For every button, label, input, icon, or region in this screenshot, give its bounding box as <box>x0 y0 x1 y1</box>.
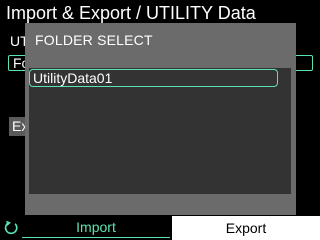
folder-list: UtilityData01 <box>29 68 291 194</box>
page-title: Import & Export / UTILITY Data <box>6 3 256 23</box>
tab-import[interactable]: Import <box>22 216 170 238</box>
screen: Import & Export / UTILITY Data UT Fo Ex … <box>0 0 320 240</box>
back-arrow-icon[interactable] <box>3 220 19 236</box>
folder-select-dialog: FOLDER SELECT UtilityData01 <box>25 23 296 215</box>
dialog-title: FOLDER SELECT <box>35 32 153 48</box>
footer-bar: Import Export <box>0 216 320 240</box>
folder-item-utilitydata01[interactable]: UtilityData01 <box>29 69 278 87</box>
tab-export[interactable]: Export <box>172 216 320 240</box>
